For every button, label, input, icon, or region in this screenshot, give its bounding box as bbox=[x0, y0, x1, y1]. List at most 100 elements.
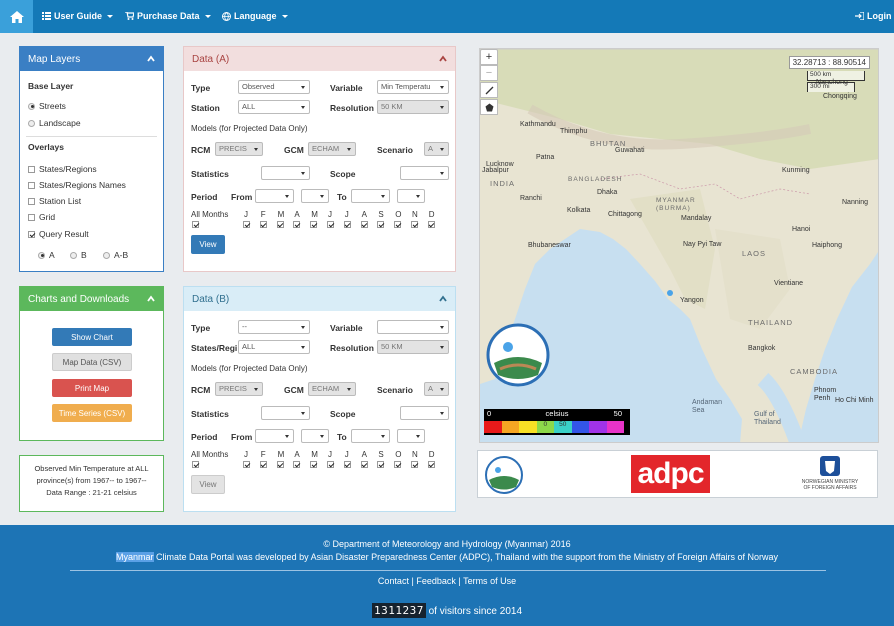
to-month-select[interactable] bbox=[351, 189, 390, 203]
statistics-select[interactable] bbox=[261, 166, 310, 180]
states-regions-checkbox[interactable] bbox=[28, 165, 35, 173]
rcm-select[interactable]: PRECIS bbox=[215, 142, 263, 156]
month-checkbox[interactable] bbox=[310, 461, 318, 468]
overlay-query-result[interactable]: Query Result bbox=[28, 229, 89, 239]
view-b-button[interactable]: View bbox=[191, 475, 225, 494]
month-checkbox[interactable] bbox=[343, 221, 351, 228]
type-select[interactable]: -- bbox=[238, 320, 310, 334]
user-guide-menu[interactable]: User Guide bbox=[42, 11, 114, 21]
from-year-select[interactable] bbox=[301, 189, 329, 203]
option-b-radio[interactable] bbox=[70, 251, 77, 259]
month-checkbox[interactable] bbox=[360, 461, 368, 468]
map-data-csv-button[interactable]: Map Data (CSV) bbox=[52, 353, 132, 371]
query-option-a[interactable]: A bbox=[38, 250, 55, 260]
type-select[interactable]: Observed bbox=[238, 80, 310, 94]
data-a-header[interactable]: Data (A) bbox=[184, 47, 455, 71]
station-select[interactable]: ALL bbox=[238, 100, 310, 114]
charts-downloads-header[interactable]: Charts and Downloads bbox=[20, 287, 163, 311]
month-checkbox[interactable] bbox=[360, 221, 368, 228]
month-checkbox[interactable] bbox=[394, 461, 402, 468]
data-b-header[interactable]: Data (B) bbox=[184, 287, 455, 311]
month-checkbox[interactable] bbox=[327, 221, 334, 228]
month-checkbox[interactable] bbox=[411, 221, 418, 228]
resolution-select[interactable]: 50 KM bbox=[377, 340, 449, 354]
streets-radio[interactable] bbox=[28, 102, 35, 110]
month-checkbox[interactable] bbox=[411, 461, 418, 468]
month-checkbox[interactable] bbox=[377, 221, 385, 228]
print-map-button[interactable]: Print Map bbox=[52, 379, 132, 397]
view-a-button[interactable]: View bbox=[191, 235, 225, 254]
variable-select[interactable] bbox=[377, 320, 449, 334]
chevron-up-icon[interactable] bbox=[147, 295, 155, 303]
map-view[interactable]: + − 32.28713 : 88.90514 500 km 300 mi Ka… bbox=[479, 48, 879, 443]
month-checkbox[interactable] bbox=[427, 461, 435, 468]
month-letter: J bbox=[244, 450, 248, 459]
month-checkbox[interactable] bbox=[243, 461, 250, 468]
chevron-up-icon[interactable] bbox=[147, 55, 155, 63]
to-month-select[interactable] bbox=[351, 429, 390, 443]
scenario-select[interactable]: A bbox=[424, 142, 449, 156]
month-checkbox[interactable] bbox=[259, 461, 267, 468]
map-layers-header[interactable]: Map Layers bbox=[20, 47, 163, 71]
feedback-link[interactable]: Feedback bbox=[416, 576, 456, 586]
query-option-b[interactable]: B bbox=[70, 250, 87, 260]
overlay-states-regions-names[interactable]: States/Regions Names bbox=[28, 180, 126, 190]
month-checkbox[interactable] bbox=[276, 461, 284, 468]
zoom-in-button[interactable]: + bbox=[480, 49, 498, 65]
month-checkbox[interactable] bbox=[427, 221, 435, 228]
terms-link[interactable]: Terms of Use bbox=[463, 576, 516, 586]
overlay-states-regions[interactable]: States/Regions bbox=[28, 164, 97, 174]
all-months-checkbox[interactable] bbox=[192, 221, 199, 228]
month-checkbox[interactable] bbox=[343, 461, 351, 468]
station-list-checkbox[interactable] bbox=[28, 197, 35, 205]
chevron-up-icon[interactable] bbox=[439, 295, 447, 303]
query-result-checkbox[interactable] bbox=[28, 230, 35, 238]
resolution-select[interactable]: 50 KM bbox=[377, 100, 449, 114]
month-checkbox[interactable] bbox=[310, 221, 318, 228]
option-a-b-radio[interactable] bbox=[103, 251, 110, 259]
zoom-out-button[interactable]: − bbox=[480, 65, 498, 81]
from-year-select[interactable] bbox=[301, 429, 329, 443]
from-month-select[interactable] bbox=[255, 429, 294, 443]
states-regions-names-checkbox[interactable] bbox=[28, 181, 35, 189]
chevron-up-icon[interactable] bbox=[439, 55, 447, 63]
month-checkbox[interactable] bbox=[377, 461, 385, 468]
base-layer-landscape[interactable]: Landscape bbox=[28, 118, 81, 128]
states-regions-select[interactable]: ALL bbox=[238, 340, 310, 354]
login-link[interactable]: Login bbox=[855, 11, 892, 21]
gcm-select[interactable]: ECHAM bbox=[308, 382, 356, 396]
draw-line-button[interactable] bbox=[480, 82, 498, 98]
time-series-csv-button[interactable]: Time Series (CSV) bbox=[52, 404, 132, 422]
month-checkbox[interactable] bbox=[327, 461, 334, 468]
month-checkbox[interactable] bbox=[293, 461, 301, 468]
home-button[interactable] bbox=[0, 0, 33, 33]
contact-link[interactable]: Contact bbox=[378, 576, 409, 586]
to-year-select[interactable] bbox=[397, 429, 425, 443]
all-months-checkbox[interactable] bbox=[192, 461, 199, 468]
landscape-radio[interactable] bbox=[28, 119, 35, 127]
grid-checkbox[interactable] bbox=[28, 213, 35, 221]
scope-select[interactable] bbox=[400, 406, 449, 420]
language-menu[interactable]: Language bbox=[222, 11, 288, 21]
month-checkbox[interactable] bbox=[394, 221, 402, 228]
variable-select[interactable]: Min Temperatu bbox=[377, 80, 449, 94]
scope-select[interactable] bbox=[400, 166, 449, 180]
rcm-select[interactable]: PRECIS bbox=[215, 382, 263, 396]
show-chart-button[interactable]: Show Chart bbox=[52, 328, 132, 346]
month-checkbox[interactable] bbox=[293, 221, 301, 228]
option-a-radio[interactable] bbox=[38, 251, 45, 259]
gcm-select[interactable]: ECHAM bbox=[308, 142, 356, 156]
month-checkbox[interactable] bbox=[259, 221, 267, 228]
month-checkbox[interactable] bbox=[243, 221, 250, 228]
base-layer-streets[interactable]: Streets bbox=[28, 101, 66, 111]
to-year-select[interactable] bbox=[397, 189, 425, 203]
draw-polygon-button[interactable] bbox=[480, 99, 498, 115]
purchase-data-menu[interactable]: Purchase Data bbox=[125, 11, 211, 21]
overlay-grid[interactable]: Grid bbox=[28, 212, 55, 222]
overlay-station-list[interactable]: Station List bbox=[28, 196, 81, 206]
query-option-a-b[interactable]: A-B bbox=[103, 250, 128, 260]
month-checkbox[interactable] bbox=[276, 221, 284, 228]
scenario-select[interactable]: A bbox=[424, 382, 449, 396]
from-month-select[interactable] bbox=[255, 189, 294, 203]
statistics-select[interactable] bbox=[261, 406, 310, 420]
